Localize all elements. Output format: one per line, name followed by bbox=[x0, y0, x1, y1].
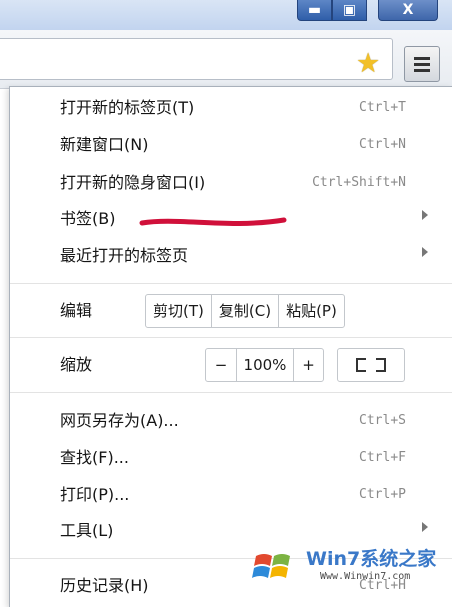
shortcut-new-tab: Ctrl+T bbox=[359, 100, 406, 115]
menu-item-new-window[interactable]: 新建窗口(N) bbox=[60, 135, 148, 155]
address-bar[interactable] bbox=[0, 38, 393, 80]
shortcut-new-window: Ctrl+N bbox=[359, 137, 406, 152]
star-icon[interactable]: ★ bbox=[356, 50, 380, 77]
zoom-level: 100% bbox=[237, 349, 294, 381]
hamburger-icon bbox=[414, 56, 430, 60]
close-button[interactable]: X bbox=[378, 0, 438, 21]
shortcut-print: Ctrl+P bbox=[359, 487, 406, 502]
menu-item-find[interactable]: 查找(F)... bbox=[60, 448, 129, 468]
title-bar: ▬ ▣ X bbox=[0, 0, 452, 30]
separator bbox=[10, 283, 452, 284]
zoom-controls: − 100% + bbox=[205, 348, 324, 382]
paste-button[interactable]: 粘贴(P) bbox=[279, 295, 344, 327]
shortcut-save-as: Ctrl+S bbox=[359, 413, 406, 428]
red-underline-annotation bbox=[139, 217, 287, 226]
minimize-button[interactable]: ▬ bbox=[297, 0, 332, 21]
shortcut-incognito: Ctrl+Shift+N bbox=[312, 175, 406, 190]
menu-item-bookmarks[interactable]: 书签(B) bbox=[60, 209, 115, 229]
browser-toolbar bbox=[0, 30, 452, 89]
menu-item-incognito[interactable]: 打开新的隐身窗口(I) bbox=[60, 173, 205, 193]
close-icon: X bbox=[402, 2, 414, 18]
windows-logo-icon bbox=[252, 554, 290, 578]
zoom-label: 缩放 bbox=[60, 355, 93, 374]
shortcut-find: Ctrl+F bbox=[359, 450, 406, 465]
menu-item-recent-tabs[interactable]: 最近打开的标签页 bbox=[60, 246, 188, 266]
separator bbox=[10, 392, 452, 393]
maximize-button[interactable]: ▣ bbox=[332, 0, 367, 21]
fullscreen-button[interactable] bbox=[337, 348, 405, 382]
menu-item-new-tab[interactable]: 打开新的标签页(T) bbox=[60, 98, 194, 118]
watermark-title: Win7系统之家 bbox=[306, 548, 437, 570]
browser-menu: 打开新的标签页(T) Ctrl+T 新建窗口(N) Ctrl+N 打开新的隐身窗… bbox=[9, 86, 452, 607]
edit-label: 编辑 bbox=[60, 301, 93, 320]
cut-button[interactable]: 剪切(T) bbox=[146, 295, 212, 327]
edit-button-group: 剪切(T) 复制(C) 粘贴(P) bbox=[145, 294, 345, 328]
watermark-url: Www.Winwin7.com bbox=[320, 571, 411, 582]
zoom-in-button[interactable]: + bbox=[294, 349, 323, 381]
menu-button[interactable] bbox=[404, 46, 440, 82]
minimize-icon: ▬ bbox=[307, 2, 322, 18]
maximize-icon: ▣ bbox=[342, 2, 357, 18]
menu-item-tools[interactable]: 工具(L) bbox=[60, 521, 113, 541]
submenu-arrow-icon bbox=[422, 247, 428, 257]
menu-item-history[interactable]: 历史记录(H) bbox=[60, 576, 149, 596]
menu-item-save-as[interactable]: 网页另存为(A)... bbox=[60, 411, 179, 431]
separator bbox=[10, 337, 452, 338]
submenu-arrow-icon bbox=[422, 210, 428, 220]
copy-button[interactable]: 复制(C) bbox=[212, 295, 280, 327]
submenu-arrow-icon bbox=[422, 522, 428, 532]
zoom-out-button[interactable]: − bbox=[206, 349, 237, 381]
menu-item-print[interactable]: 打印(P)... bbox=[60, 485, 129, 505]
